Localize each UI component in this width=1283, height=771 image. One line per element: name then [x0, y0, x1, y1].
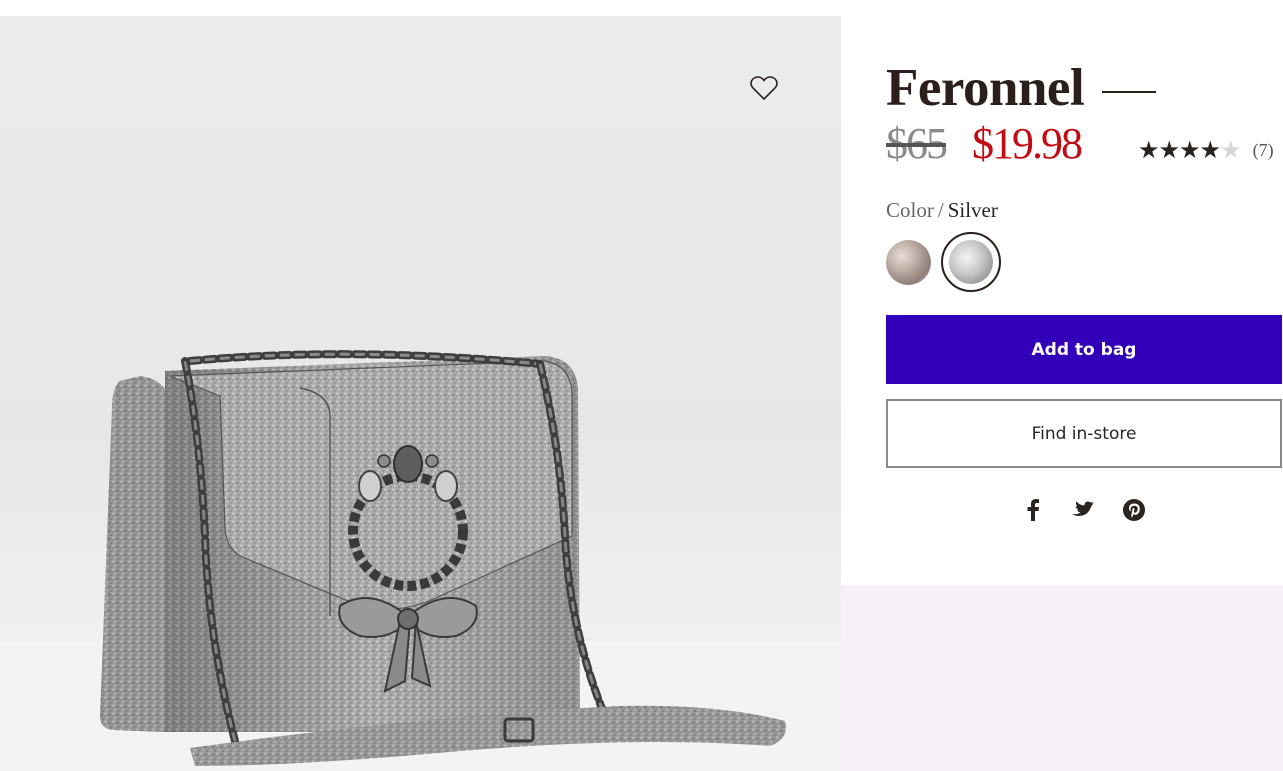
color-separator: / [937, 198, 944, 222]
pinterest-icon[interactable] [1120, 496, 1148, 524]
product-image [0, 16, 841, 771]
handbag-illustration [0, 350, 841, 771]
review-count: (7) [1252, 140, 1274, 160]
star-icon: ★ [1179, 137, 1200, 164]
color-label-text: Color [886, 198, 934, 222]
find-in-store-button[interactable]: Find in-store [886, 399, 1282, 468]
original-price: $65 [886, 119, 948, 168]
price-row: $65 $19.98 [886, 118, 1083, 169]
color-swatch-rose-gold[interactable] [886, 240, 931, 285]
color-label: Color / Silver [886, 198, 998, 223]
star-icon: ★ [1199, 137, 1221, 164]
star-icon: ★ [1158, 137, 1180, 164]
title-divider [1102, 91, 1157, 93]
twitter-icon[interactable] [1069, 496, 1097, 524]
product-title: Feronnel [886, 59, 1085, 117]
product-rating[interactable]: ★★★★★ (7) [1138, 136, 1274, 165]
star-icon: ★ [1138, 137, 1159, 164]
star-empty-icon: ★ [1220, 137, 1241, 164]
color-swatch-silver[interactable] [949, 240, 993, 284]
facebook-icon[interactable] [1019, 496, 1047, 524]
side-panel-footer [841, 585, 1283, 771]
sale-price: $19.98 [972, 119, 1083, 168]
rating-stars: ★★★★★ [1138, 136, 1242, 165]
add-to-bag-button[interactable]: Add to bag [886, 315, 1282, 384]
selected-color: Silver [947, 198, 998, 222]
product-title-row: Feronnel [886, 58, 1157, 118]
wishlist-heart-icon[interactable] [748, 72, 780, 104]
